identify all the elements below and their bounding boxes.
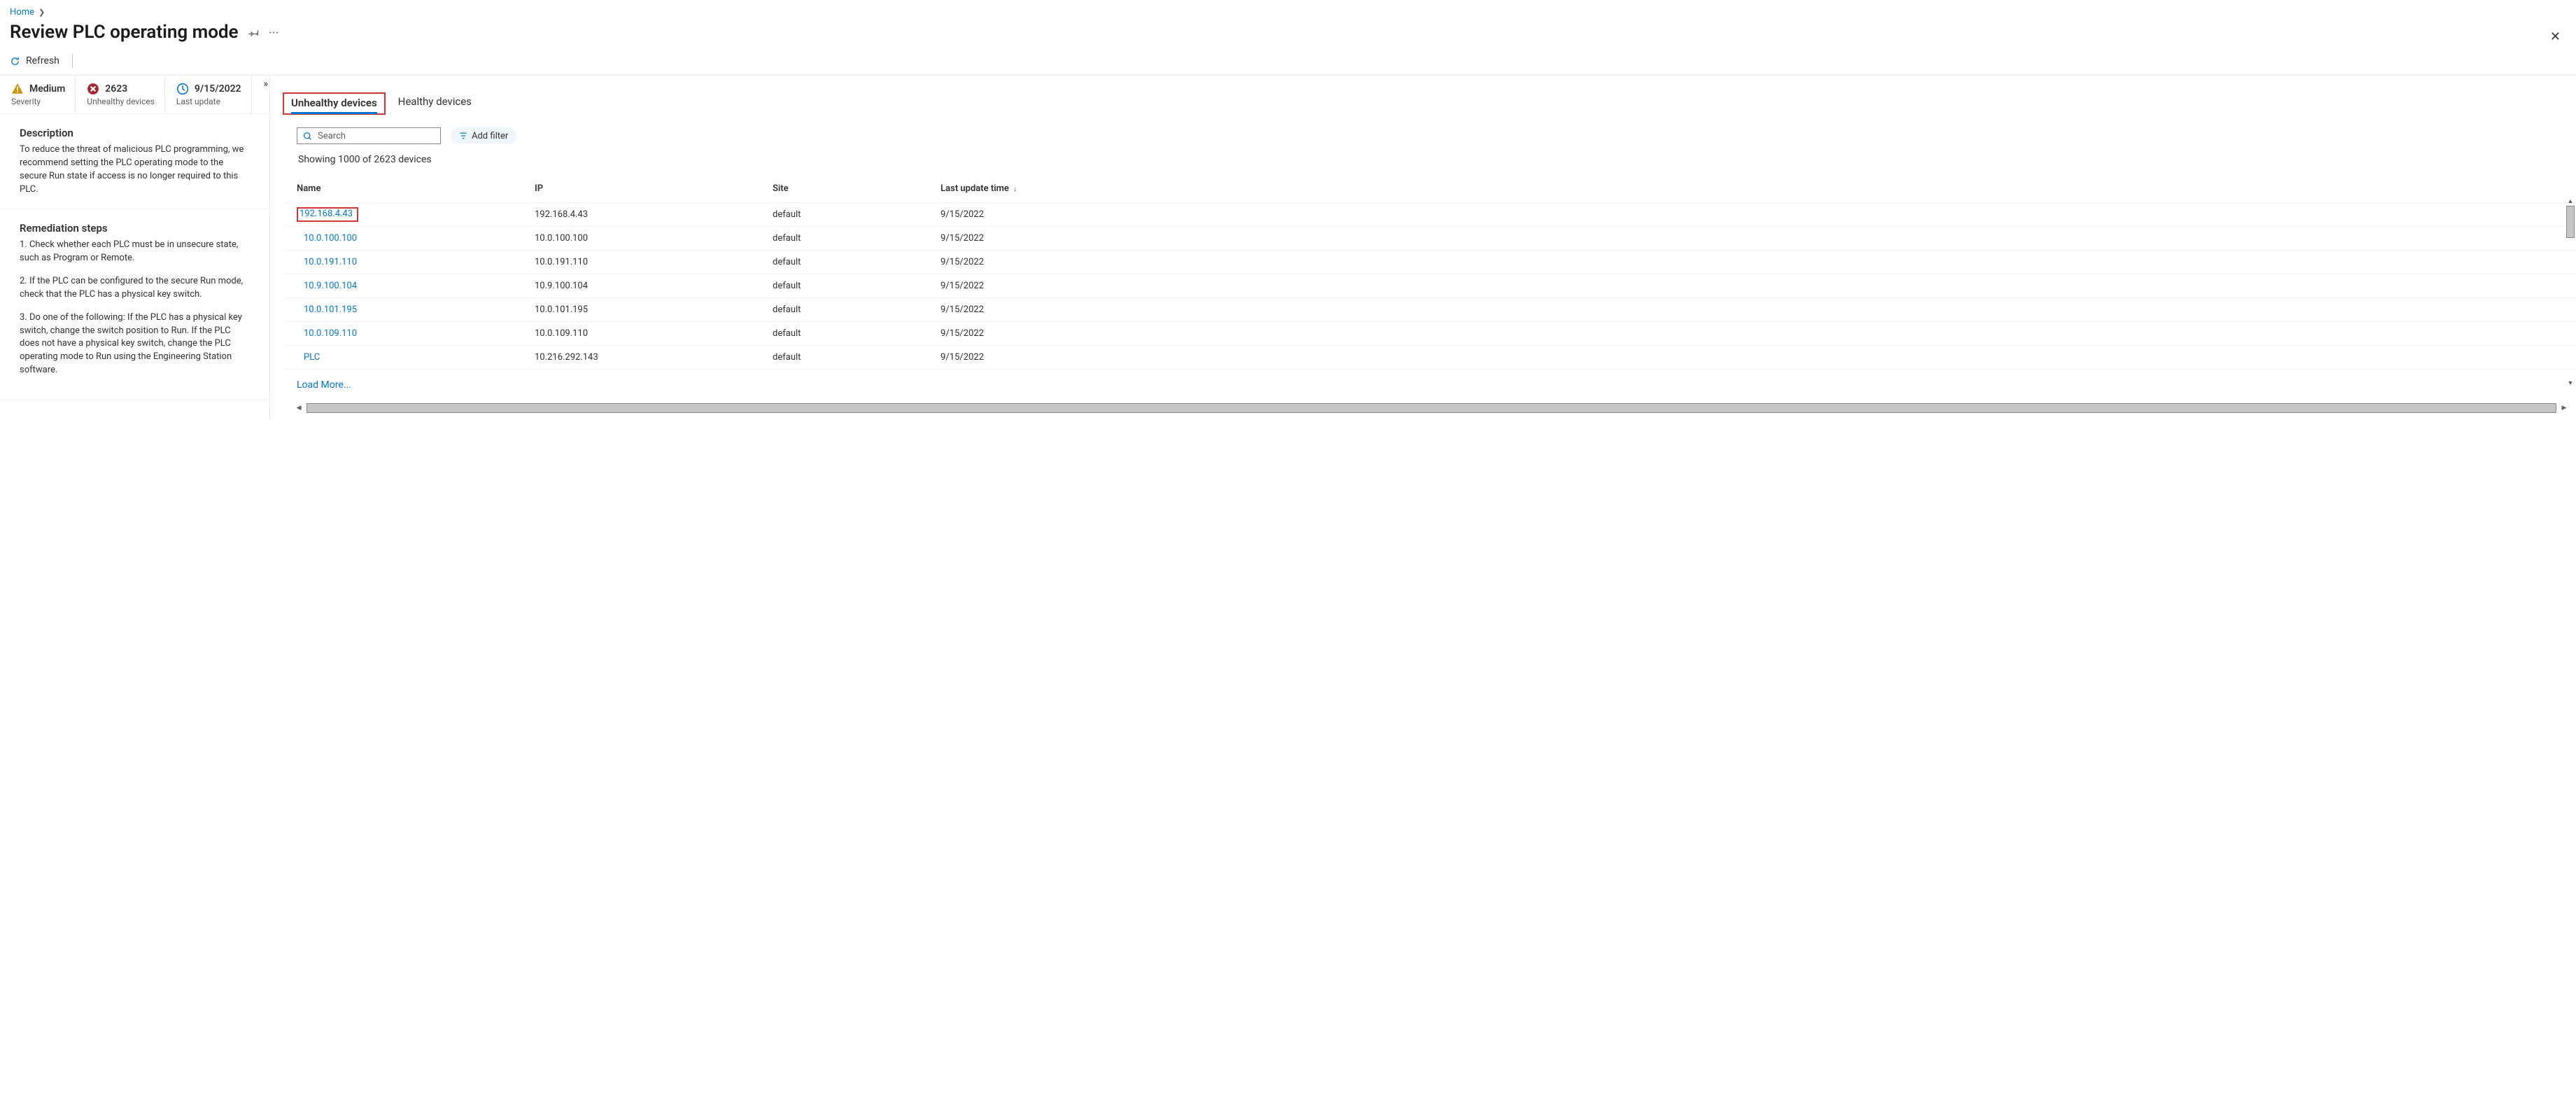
device-name-link[interactable]: 10.9.100.104 [297, 281, 357, 291]
stat-lastupdate: 9/15/2022 Last update [165, 76, 252, 113]
cell-ip: 10.9.100.104 [535, 281, 773, 291]
refresh-icon [10, 56, 20, 66]
table-row[interactable]: 10.0.191.11010.0.191.110default9/15/2022 [283, 251, 2576, 274]
right-panel: Unhealthy devices Healthy devices Search… [270, 76, 2576, 420]
refresh-button[interactable]: Refresh [10, 55, 59, 66]
vertical-scrollbar[interactable]: ▲ ▼ [2565, 196, 2576, 388]
chevron-right-icon: ❯ [38, 8, 45, 17]
separator [72, 54, 73, 68]
scroll-left-icon[interactable]: ◀ [294, 405, 304, 412]
device-name-link[interactable]: 10.0.101.195 [297, 304, 357, 315]
horizontal-scrollbar[interactable]: ◀ ▶ [294, 402, 2569, 414]
cell-site: default [773, 328, 941, 339]
cell-last: 9/15/2022 [941, 233, 2555, 244]
cell-site: default [773, 233, 941, 244]
device-grid: Name IP Site Last update time↓ 192.168.4… [283, 175, 2576, 414]
lastupdate-value: 9/15/2022 [195, 83, 241, 94]
table-row[interactable]: 10.9.100.10410.9.100.104default9/15/2022 [283, 274, 2576, 298]
stat-severity: Medium Severity [0, 76, 76, 113]
col-name[interactable]: Name [297, 183, 535, 194]
cell-ip: 10.0.191.110 [535, 257, 773, 267]
severity-label: Severity [11, 97, 65, 106]
load-more-link[interactable]: Load More... [297, 379, 351, 391]
remediation-step-1: 1. Check whether each PLC must be in uns… [20, 239, 250, 265]
scroll-right-icon[interactable]: ▶ [2559, 405, 2569, 412]
add-filter-button[interactable]: Add filter [451, 127, 516, 144]
unhealthy-label: Unhealthy devices [87, 97, 155, 106]
warning-icon [11, 83, 24, 95]
search-icon [303, 132, 312, 141]
cell-last: 9/15/2022 [941, 281, 2555, 291]
table-row[interactable]: PLC 10.216.292.143default9/15/2022 [283, 346, 2576, 370]
refresh-label: Refresh [26, 55, 59, 66]
cell-site: default [773, 209, 941, 220]
filter-bar: Search Add filter [283, 112, 2576, 144]
cell-last: 9/15/2022 [941, 257, 2555, 267]
clock-icon [176, 83, 189, 95]
table-row[interactable]: 192.168.4.43192.168.4.43default9/15/2022 [283, 203, 2576, 227]
more-icon[interactable]: ⋯ [269, 26, 279, 38]
title-bar: Review PLC operating mode ⋯ [0, 19, 2576, 51]
expand-panel-icon[interactable]: » [263, 78, 268, 90]
severity-value: Medium [29, 83, 65, 94]
cell-ip: 10.0.109.110 [535, 328, 773, 339]
device-name-link[interactable]: PLC [297, 352, 320, 363]
cell-ip: 192.168.4.43 [535, 209, 773, 220]
search-input[interactable]: Search [297, 127, 441, 144]
result-count: Showing 1000 of 2623 devices [283, 144, 2576, 165]
breadcrumb: Home ❯ [0, 0, 2576, 19]
device-name-link[interactable]: 10.0.191.110 [297, 257, 357, 267]
device-name-link[interactable]: 192.168.4.43 [300, 209, 353, 219]
tab-unhealthy-devices[interactable]: Unhealthy devices [291, 97, 377, 113]
cell-last: 9/15/2022 [941, 328, 2555, 339]
table-row[interactable]: 10.0.109.11010.0.109.110default9/15/2022 [283, 322, 2576, 346]
col-ip[interactable]: IP [535, 183, 773, 194]
lastupdate-label: Last update [176, 97, 241, 106]
cell-site: default [773, 281, 941, 291]
remediation-heading: Remediation steps [20, 222, 250, 234]
cell-ip: 10.216.292.143 [535, 352, 773, 363]
description-heading: Description [20, 127, 250, 139]
scroll-up-icon[interactable]: ▲ [2568, 196, 2574, 206]
sort-desc-icon: ↓ [1013, 184, 1018, 193]
description-body: To reduce the threat of malicious PLC pr… [20, 143, 250, 196]
cell-ip: 10.0.100.100 [535, 233, 773, 244]
cell-site: default [773, 304, 941, 315]
add-filter-label: Add filter [472, 131, 508, 141]
page-title: Review PLC operating mode [10, 22, 239, 43]
col-site[interactable]: Site [773, 183, 941, 194]
left-panel: Medium Severity 2623 Unhealthy devices [0, 76, 270, 420]
command-bar: Refresh [0, 51, 2576, 76]
load-more[interactable]: Load More... [283, 370, 2576, 398]
device-name-link[interactable]: 10.0.109.110 [297, 328, 357, 339]
cell-last: 9/15/2022 [941, 304, 2555, 315]
pin-icon[interactable] [248, 27, 259, 38]
remediation-step-2: 2. If the PLC can be configured to the s… [20, 275, 250, 302]
table-row[interactable]: 10.0.101.19510.0.101.195default9/15/2022 [283, 298, 2576, 322]
description-section: Description To reduce the threat of mali… [0, 114, 269, 209]
cell-ip: 10.0.101.195 [535, 304, 773, 315]
filter-icon [459, 132, 467, 140]
cell-site: default [773, 257, 941, 267]
remediation-step-3: 3. Do one of the following: If the PLC h… [20, 311, 250, 377]
cell-last: 9/15/2022 [941, 209, 2555, 220]
stat-unhealthy: 2623 Unhealthy devices [76, 76, 165, 113]
stats-row: Medium Severity 2623 Unhealthy devices [0, 76, 269, 114]
cell-site: default [773, 352, 941, 363]
close-icon[interactable]: ✕ [2550, 29, 2561, 44]
grid-header: Name IP Site Last update time↓ [283, 175, 2576, 203]
remediation-section: Remediation steps 1. Check whether each … [0, 209, 269, 400]
cell-last: 9/15/2022 [941, 352, 2555, 363]
col-last[interactable]: Last update time↓ [941, 183, 2555, 194]
table-row[interactable]: 10.0.100.10010.0.100.100default9/15/2022 [283, 227, 2576, 251]
scroll-down-icon[interactable]: ▼ [2568, 378, 2574, 388]
error-icon [87, 83, 99, 95]
unhealthy-value: 2623 [105, 83, 127, 94]
breadcrumb-home[interactable]: Home [10, 7, 34, 17]
tabs: Unhealthy devices Healthy devices [283, 83, 2576, 112]
tab-healthy-devices[interactable]: Healthy devices [398, 95, 472, 112]
search-placeholder: Search [318, 131, 346, 141]
device-name-link[interactable]: 10.0.100.100 [297, 233, 357, 244]
